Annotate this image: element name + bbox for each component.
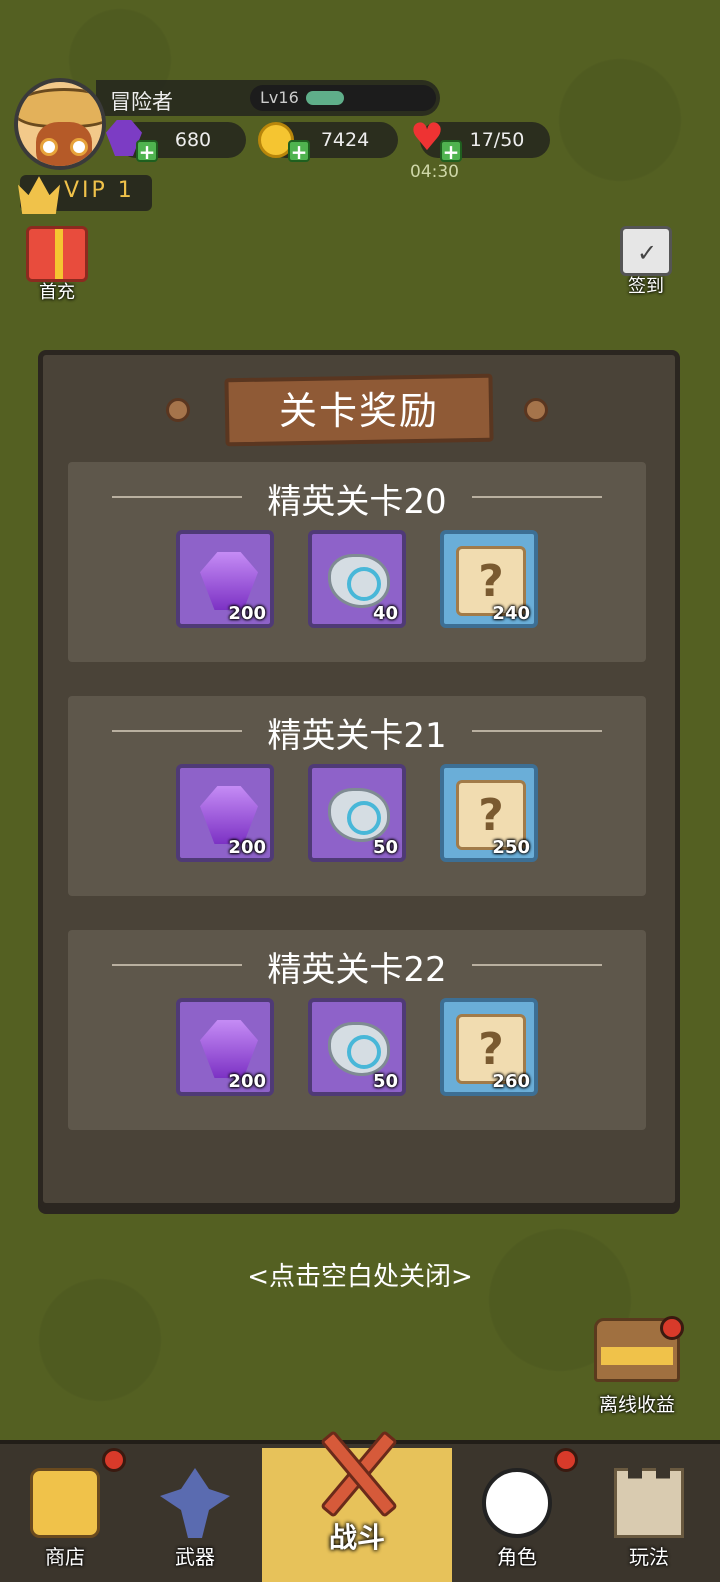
offline-earnings-label: 离线收益 <box>598 1394 675 1416</box>
nav-play-label: 玩法 <box>629 1545 669 1569</box>
section-title: 精英关卡21 <box>267 716 447 756</box>
add-gems-button[interactable]: + <box>136 140 158 162</box>
reward-count: 200 <box>228 837 266 858</box>
nav-shop-label: 商店 <box>45 1545 85 1569</box>
reward-item[interactable]: 200 <box>176 764 274 862</box>
energy-timer: 04:30 <box>410 162 459 182</box>
reward-item[interactable]: 200 <box>176 998 274 1096</box>
reward-count: 200 <box>228 603 266 624</box>
reward-count: 40 <box>372 603 398 624</box>
weapon-icon <box>160 1468 230 1538</box>
stone-icon <box>328 788 390 842</box>
add-energy-button[interactable]: + <box>440 140 462 162</box>
reward-count: 250 <box>492 837 530 858</box>
reward-item[interactable]: 40 <box>308 530 406 628</box>
section-title: 精英关卡20 <box>267 482 447 522</box>
player-name: 冒险者 <box>110 90 173 114</box>
reward-count: 50 <box>372 1071 398 1092</box>
tower-icon <box>614 1468 684 1538</box>
chest-icon <box>30 1468 100 1538</box>
reward-item[interactable]: 50 <box>308 998 406 1096</box>
energy-count: 17/50 <box>469 129 525 151</box>
add-coins-button[interactable]: + <box>288 140 310 162</box>
reward-item[interactable]: 200 <box>176 530 274 628</box>
notification-dot <box>102 1448 126 1472</box>
notification-dot <box>660 1316 684 1340</box>
close-hint[interactable]: <点击空白处关闭> <box>0 1256 720 1293</box>
first-recharge-button[interactable]: 首充 <box>26 226 88 304</box>
calendar-icon <box>620 226 672 276</box>
stone-icon <box>328 1022 390 1076</box>
notification-dot <box>554 1448 578 1472</box>
reward-count: 240 <box>492 603 530 624</box>
reward-item[interactable]: ? 240 <box>440 530 538 628</box>
crossed-swords-icon <box>310 1424 406 1520</box>
coin-count: 7424 <box>320 129 370 151</box>
gem-icon <box>200 1020 258 1078</box>
reward-count: 260 <box>492 1071 530 1092</box>
nav-play[interactable]: 玩法 <box>584 1440 714 1582</box>
nav-role-label: 角色 <box>497 1545 537 1569</box>
gem-icon <box>200 786 258 844</box>
nav-battle-label: 战斗 <box>328 1521 385 1554</box>
checkin-button[interactable]: 签到 <box>620 226 672 298</box>
reward-item[interactable]: ? 260 <box>440 998 538 1096</box>
reward-count: 200 <box>228 1071 266 1092</box>
vip-label: VIP 1 <box>64 178 135 203</box>
avatar-eye <box>70 138 88 156</box>
gem-icon <box>200 552 258 610</box>
panda-icon <box>482 1468 552 1538</box>
section-title: 精英关卡22 <box>267 950 447 990</box>
modal-title: 关卡奖励 <box>278 389 439 433</box>
nail-decoration <box>166 398 190 422</box>
reward-item[interactable]: 50 <box>308 764 406 862</box>
avatar-eye <box>40 138 58 156</box>
nav-battle[interactable] <box>262 1429 452 1582</box>
nav-weapon[interactable]: 武器 <box>130 1440 260 1582</box>
reward-count: 50 <box>372 837 398 858</box>
gem-count: 680 <box>174 129 212 151</box>
stone-icon <box>328 554 390 608</box>
player-avatar[interactable] <box>14 78 106 170</box>
nav-weapon-label: 武器 <box>175 1545 215 1569</box>
nail-decoration <box>524 398 548 422</box>
player-level: Lv16 <box>260 88 299 107</box>
level-progress-fill <box>306 91 344 105</box>
reward-item[interactable]: ? 250 <box>440 764 538 862</box>
gift-icon <box>26 226 88 282</box>
